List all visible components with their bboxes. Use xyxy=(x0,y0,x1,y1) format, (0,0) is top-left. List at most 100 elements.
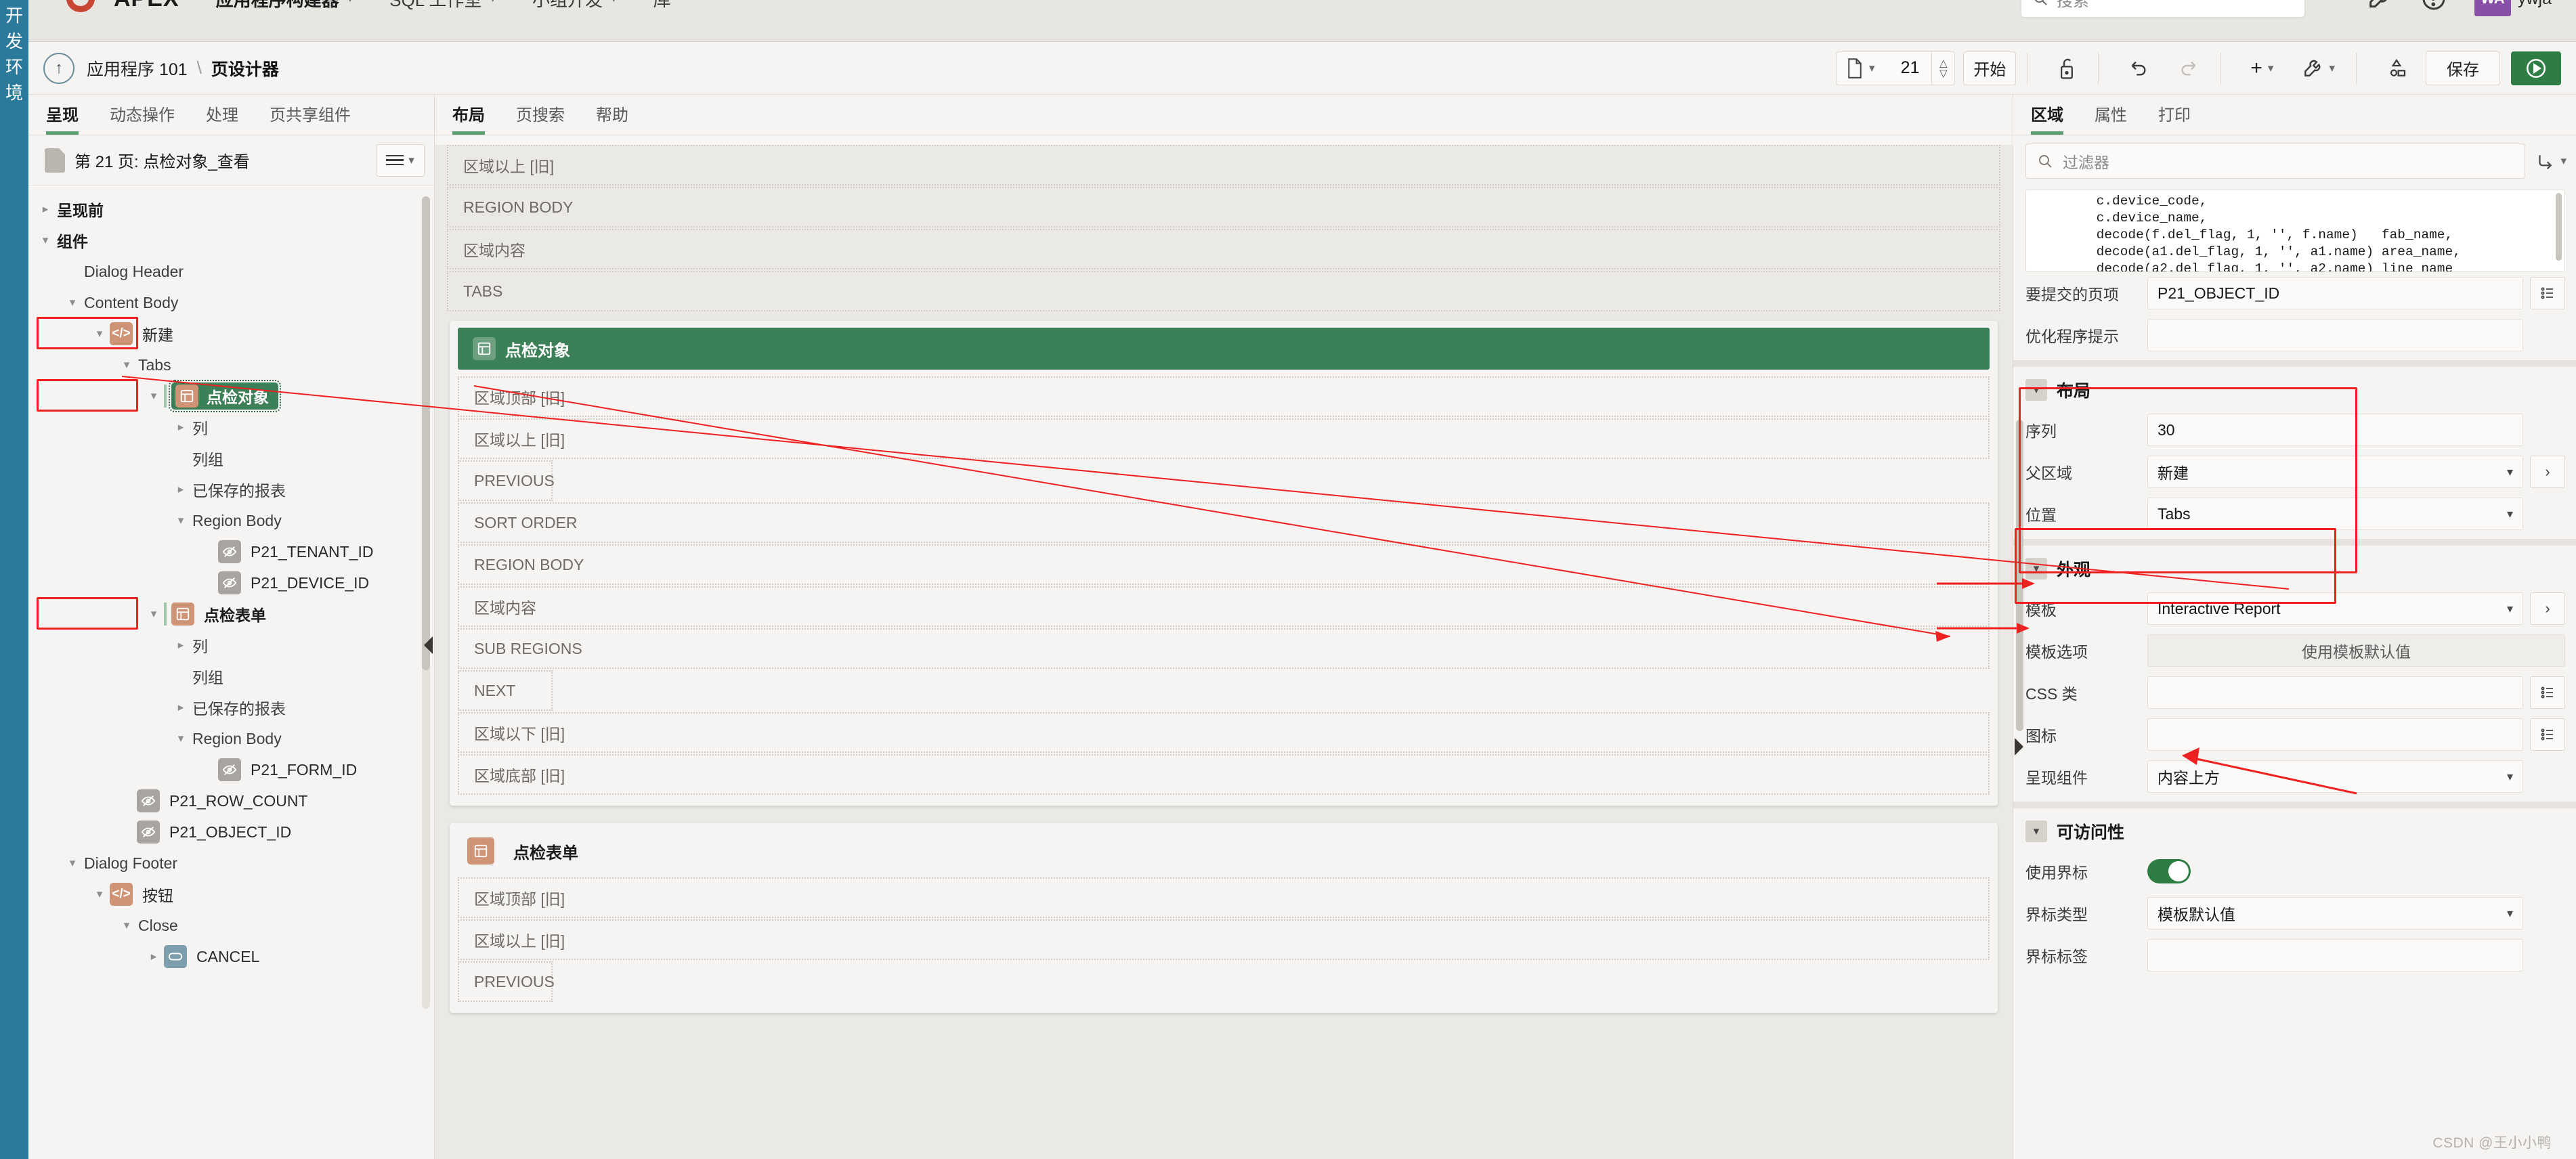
chevron-down-icon[interactable]: ▾ xyxy=(2025,821,2047,842)
chevron-down-icon[interactable]: ▾ xyxy=(171,514,191,527)
layout-slot[interactable]: 区域以上 [旧] xyxy=(447,145,2000,185)
lock-button[interactable] xyxy=(2046,51,2087,85)
tree-node[interactable]: P21_OBJECT_ID xyxy=(28,816,434,848)
tree-node[interactable]: ▸ CANCEL xyxy=(28,941,434,972)
property-input[interactable]: 使用模板默认值 xyxy=(2147,634,2565,667)
region-header[interactable]: 点检表单 xyxy=(458,830,1990,872)
layout-slot[interactable]: PREVIOUS xyxy=(458,961,555,1002)
tree-node[interactable]: ▾ Close xyxy=(28,910,434,941)
navigate-up-button[interactable]: ↑ xyxy=(43,52,74,84)
property-input[interactable] xyxy=(2147,676,2523,709)
chevron-right-icon[interactable]: ▸ xyxy=(35,202,56,216)
property-select[interactable]: 新建 ▾ xyxy=(2147,456,2523,488)
property-select[interactable]: 内容上方 ▾ xyxy=(2147,760,2523,793)
tab-attributes[interactable]: 属性 xyxy=(2095,102,2127,135)
property-input[interactable]: 30 xyxy=(2147,414,2523,446)
tree-menu-button[interactable]: ▾ xyxy=(376,144,425,177)
layout-slot[interactable]: 区域以下 [旧] xyxy=(458,712,1990,753)
chevron-down-icon[interactable]: ▾ xyxy=(171,732,191,745)
component-tree[interactable]: ▸ 呈现前 ▾ 组件 Dialog Header ▾ Content Body ▾ </> 新建 ▾… xyxy=(28,185,434,1159)
tree-node[interactable]: ▸ 已保存的报表 xyxy=(28,474,434,505)
property-select[interactable]: 模板默认值 ▾ xyxy=(2147,897,2523,930)
chevron-right-icon[interactable]: ▸ xyxy=(144,950,164,963)
chevron-down-icon[interactable]: ▾ xyxy=(116,358,137,372)
tab-page-search[interactable]: 页搜索 xyxy=(516,102,565,135)
left-panel-scrollbar[interactable] xyxy=(422,196,430,1009)
page-number-stepper[interactable]: △ ▽ xyxy=(1931,51,1954,85)
tab-help[interactable]: 帮助 xyxy=(596,102,628,135)
property-input[interactable]: P21_OBJECT_ID xyxy=(2147,277,2523,309)
chevron-down-icon[interactable]: ▾ xyxy=(62,856,83,870)
nav-item-sql-workshop[interactable]: SQL 工作室 ▾ xyxy=(389,0,496,12)
property-section-header[interactable]: ▾ 布局 xyxy=(2013,367,2576,409)
chevron-down-icon[interactable]: ▾ xyxy=(144,607,164,621)
utilities-button[interactable]: ▾ xyxy=(2292,51,2345,85)
layout-slot[interactable]: TABS xyxy=(447,271,2000,311)
add-button[interactable]: + ▾ xyxy=(2240,51,2283,85)
tab-page-shared-components[interactable]: 页共享组件 xyxy=(270,102,351,135)
chevron-down-icon[interactable]: ▾ xyxy=(144,389,164,403)
property-toggle[interactable] xyxy=(2147,859,2191,883)
tab-print[interactable]: 打印 xyxy=(2158,102,2191,135)
tree-node[interactable]: ▾ Dialog Footer xyxy=(28,848,434,879)
right-panel-collapse-handle[interactable] xyxy=(2015,738,2023,756)
help-icon[interactable] xyxy=(2420,0,2447,12)
chevron-right-icon[interactable]: › xyxy=(2530,592,2565,625)
chevron-right-icon[interactable]: › xyxy=(2530,456,2565,488)
layout-region-card[interactable]: 点检表单区域顶部 [旧] 区域以上 [旧] PREVIOUS xyxy=(450,823,1998,1013)
tree-node[interactable]: ▸ 列 xyxy=(28,630,434,661)
left-panel-collapse-handle[interactable] xyxy=(424,636,433,654)
layout-slot[interactable]: SORT ORDER xyxy=(458,502,1990,543)
tree-node[interactable]: 列组 xyxy=(28,661,434,692)
tree-node[interactable]: ▾ </> 按钮 xyxy=(28,879,434,910)
chevron-down-icon[interactable]: ▾ xyxy=(89,327,110,341)
tree-node[interactable]: ▾ 点检对象 xyxy=(28,380,434,412)
tab-region[interactable]: 区域 xyxy=(2031,102,2063,135)
run-page-button[interactable] xyxy=(2511,51,2561,85)
layout-slot[interactable]: 区域顶部 [旧] xyxy=(458,877,1990,918)
tree-node[interactable]: Dialog Header xyxy=(28,256,434,287)
breadcrumb-parent[interactable]: 应用程序 101 xyxy=(87,56,188,81)
tree-node-selected[interactable]: 点检对象 xyxy=(169,380,281,412)
layout-button[interactable] xyxy=(2376,51,2418,85)
layout-region-card[interactable]: 点检对象 区域顶部 [旧] 区域以上 [旧] PREVIOUS SORT ORDER RE… xyxy=(450,321,1998,806)
nav-item-gallery[interactable]: 库 xyxy=(653,0,671,12)
layout-slot[interactable]: NEXT xyxy=(458,670,553,711)
region-header[interactable]: 点检对象 xyxy=(458,328,1990,370)
page-select-icon[interactable]: ▾ xyxy=(1837,58,1883,79)
tab-rendering[interactable]: 呈现 xyxy=(46,102,79,135)
layout-canvas[interactable]: 区域以上 [旧] REGION BODY 区域内容 TABS 点检对象 区域顶部 [旧] 区… xyxy=(435,145,2013,1159)
tree-node[interactable]: P21_ROW_COUNT xyxy=(28,785,434,816)
layout-slot[interactable]: 区域内容 xyxy=(447,229,2000,269)
property-filter-input[interactable]: 过滤器 xyxy=(2025,144,2526,179)
layout-slot[interactable]: 区域内容 xyxy=(458,586,1990,627)
chevron-right-icon[interactable]: ▸ xyxy=(171,638,191,652)
chevron-down-icon[interactable]: ▾ xyxy=(2025,558,2047,580)
tree-node[interactable]: 列组 xyxy=(28,443,434,474)
tree-node[interactable]: ▾ 组件 xyxy=(28,225,434,256)
page-selector[interactable]: ▾ 21 △ ▽ xyxy=(1836,51,1956,85)
chevron-down-icon[interactable]: ▾ xyxy=(2025,379,2047,401)
tree-node[interactable]: ▾ </> 新建 xyxy=(28,318,434,349)
list-icon[interactable] xyxy=(2530,676,2565,709)
page-number-value[interactable]: 21 xyxy=(1883,58,1932,78)
run-page-label-button[interactable]: 开始 xyxy=(1963,51,2017,85)
list-icon[interactable] xyxy=(2530,718,2565,751)
tree-node[interactable]: ▾ Content Body xyxy=(28,287,434,318)
sql-editor-scrollbar[interactable] xyxy=(2556,193,2562,261)
property-section-header[interactable]: ▾ 外观 xyxy=(2013,546,2576,588)
global-search-box[interactable]: 搜索 xyxy=(2020,0,2305,18)
layout-slot[interactable]: 区域以上 [旧] xyxy=(458,418,1990,459)
save-button[interactable]: 保存 xyxy=(2426,51,2500,85)
layout-slot[interactable]: REGION BODY xyxy=(447,187,2000,227)
tab-layout[interactable]: 布局 xyxy=(452,102,485,135)
property-select[interactable]: Interactive Report ▾ xyxy=(2147,592,2523,625)
layout-slot[interactable]: 区域以上 [旧] xyxy=(458,919,1990,960)
tree-node[interactable]: ▾ 点检表单 xyxy=(28,598,434,630)
filter-options-button[interactable]: ▾ xyxy=(2535,151,2567,171)
chevron-down-icon[interactable]: ▾ xyxy=(62,296,83,309)
property-panel-scrollbar[interactable] xyxy=(2016,196,2023,995)
tree-node[interactable]: ▸ 呈现前 xyxy=(28,194,434,225)
property-input[interactable] xyxy=(2147,319,2523,351)
tab-dynamic-actions[interactable]: 动态操作 xyxy=(110,102,175,135)
